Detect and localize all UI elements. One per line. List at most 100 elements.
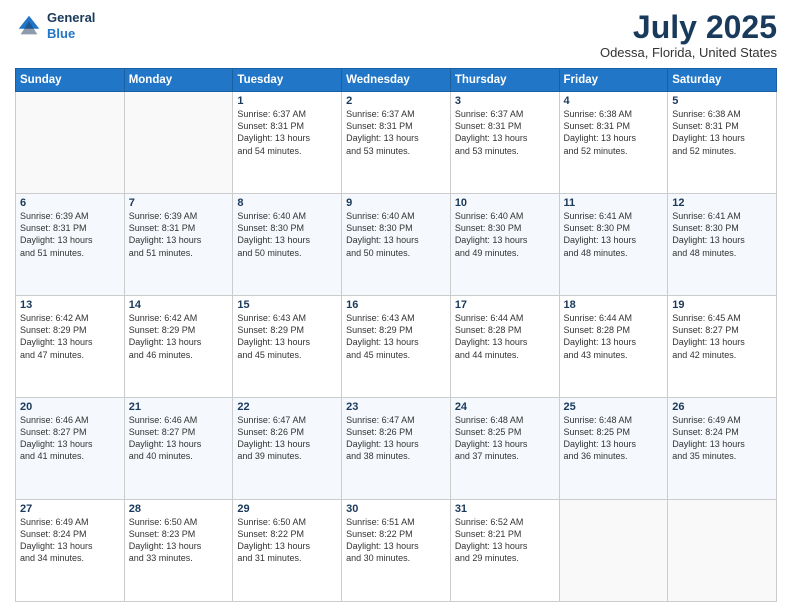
day-number: 12 (672, 197, 772, 209)
day-info: Sunrise: 6:37 AM Sunset: 8:31 PM Dayligh… (346, 108, 446, 157)
day-cell: 7Sunrise: 6:39 AM Sunset: 8:31 PM Daylig… (124, 194, 233, 296)
weekday-header-wednesday: Wednesday (342, 69, 451, 92)
day-cell: 4Sunrise: 6:38 AM Sunset: 8:31 PM Daylig… (559, 92, 668, 194)
day-info: Sunrise: 6:39 AM Sunset: 8:31 PM Dayligh… (20, 210, 120, 259)
day-number: 8 (237, 197, 337, 209)
day-number: 21 (129, 401, 229, 413)
day-cell: 13Sunrise: 6:42 AM Sunset: 8:29 PM Dayli… (16, 296, 125, 398)
day-info: Sunrise: 6:49 AM Sunset: 8:24 PM Dayligh… (672, 414, 772, 463)
day-info: Sunrise: 6:38 AM Sunset: 8:31 PM Dayligh… (564, 108, 664, 157)
day-cell: 29Sunrise: 6:50 AM Sunset: 8:22 PM Dayli… (233, 500, 342, 602)
logo-general: General (47, 10, 95, 25)
day-number: 26 (672, 401, 772, 413)
day-info: Sunrise: 6:46 AM Sunset: 8:27 PM Dayligh… (20, 414, 120, 463)
day-cell: 17Sunrise: 6:44 AM Sunset: 8:28 PM Dayli… (450, 296, 559, 398)
day-number: 13 (20, 299, 120, 311)
day-cell: 10Sunrise: 6:40 AM Sunset: 8:30 PM Dayli… (450, 194, 559, 296)
weekday-header-thursday: Thursday (450, 69, 559, 92)
day-cell: 16Sunrise: 6:43 AM Sunset: 8:29 PM Dayli… (342, 296, 451, 398)
day-info: Sunrise: 6:44 AM Sunset: 8:28 PM Dayligh… (455, 312, 555, 361)
day-cell (559, 500, 668, 602)
day-number: 2 (346, 95, 446, 107)
day-info: Sunrise: 6:50 AM Sunset: 8:22 PM Dayligh… (237, 516, 337, 565)
day-number: 5 (672, 95, 772, 107)
weekday-header-monday: Monday (124, 69, 233, 92)
day-info: Sunrise: 6:50 AM Sunset: 8:23 PM Dayligh… (129, 516, 229, 565)
day-number: 23 (346, 401, 446, 413)
day-number: 25 (564, 401, 664, 413)
calendar-header: SundayMondayTuesdayWednesdayThursdayFrid… (16, 69, 777, 92)
header: General Blue July 2025 Odessa, Florida, … (15, 10, 777, 60)
week-row-3: 13Sunrise: 6:42 AM Sunset: 8:29 PM Dayli… (16, 296, 777, 398)
day-cell (16, 92, 125, 194)
day-number: 9 (346, 197, 446, 209)
day-info: Sunrise: 6:43 AM Sunset: 8:29 PM Dayligh… (237, 312, 337, 361)
day-cell: 22Sunrise: 6:47 AM Sunset: 8:26 PM Dayli… (233, 398, 342, 500)
day-cell: 3Sunrise: 6:37 AM Sunset: 8:31 PM Daylig… (450, 92, 559, 194)
month-title: July 2025 (600, 10, 777, 45)
day-cell: 5Sunrise: 6:38 AM Sunset: 8:31 PM Daylig… (668, 92, 777, 194)
day-info: Sunrise: 6:40 AM Sunset: 8:30 PM Dayligh… (346, 210, 446, 259)
day-cell: 28Sunrise: 6:50 AM Sunset: 8:23 PM Dayli… (124, 500, 233, 602)
day-cell: 12Sunrise: 6:41 AM Sunset: 8:30 PM Dayli… (668, 194, 777, 296)
location: Odessa, Florida, United States (600, 45, 777, 60)
day-info: Sunrise: 6:37 AM Sunset: 8:31 PM Dayligh… (455, 108, 555, 157)
day-cell: 21Sunrise: 6:46 AM Sunset: 8:27 PM Dayli… (124, 398, 233, 500)
week-row-5: 27Sunrise: 6:49 AM Sunset: 8:24 PM Dayli… (16, 500, 777, 602)
page: General Blue July 2025 Odessa, Florida, … (0, 0, 792, 612)
day-cell: 23Sunrise: 6:47 AM Sunset: 8:26 PM Dayli… (342, 398, 451, 500)
day-cell: 25Sunrise: 6:48 AM Sunset: 8:25 PM Dayli… (559, 398, 668, 500)
day-number: 19 (672, 299, 772, 311)
day-cell: 15Sunrise: 6:43 AM Sunset: 8:29 PM Dayli… (233, 296, 342, 398)
day-info: Sunrise: 6:48 AM Sunset: 8:25 PM Dayligh… (564, 414, 664, 463)
day-cell: 26Sunrise: 6:49 AM Sunset: 8:24 PM Dayli… (668, 398, 777, 500)
weekday-header-friday: Friday (559, 69, 668, 92)
day-info: Sunrise: 6:49 AM Sunset: 8:24 PM Dayligh… (20, 516, 120, 565)
weekday-row: SundayMondayTuesdayWednesdayThursdayFrid… (16, 69, 777, 92)
day-cell: 8Sunrise: 6:40 AM Sunset: 8:30 PM Daylig… (233, 194, 342, 296)
day-number: 1 (237, 95, 337, 107)
day-cell (668, 500, 777, 602)
day-number: 14 (129, 299, 229, 311)
day-cell: 18Sunrise: 6:44 AM Sunset: 8:28 PM Dayli… (559, 296, 668, 398)
day-info: Sunrise: 6:39 AM Sunset: 8:31 PM Dayligh… (129, 210, 229, 259)
day-number: 3 (455, 95, 555, 107)
calendar-table: SundayMondayTuesdayWednesdayThursdayFrid… (15, 68, 777, 602)
day-number: 28 (129, 503, 229, 515)
day-info: Sunrise: 6:47 AM Sunset: 8:26 PM Dayligh… (237, 414, 337, 463)
day-cell: 19Sunrise: 6:45 AM Sunset: 8:27 PM Dayli… (668, 296, 777, 398)
day-cell: 2Sunrise: 6:37 AM Sunset: 8:31 PM Daylig… (342, 92, 451, 194)
day-info: Sunrise: 6:46 AM Sunset: 8:27 PM Dayligh… (129, 414, 229, 463)
day-cell: 9Sunrise: 6:40 AM Sunset: 8:30 PM Daylig… (342, 194, 451, 296)
day-number: 15 (237, 299, 337, 311)
week-row-1: 1 Sunrise: 6:37 AM Sunset: 8:31 PM Daylig… (16, 92, 777, 194)
day-number: 27 (20, 503, 120, 515)
day-info: Sunrise: 6:51 AM Sunset: 8:22 PM Dayligh… (346, 516, 446, 565)
day-cell: 1Sunrise: 6:37 AM Sunset: 8:31 PM Daylig… (233, 92, 342, 194)
day-info: Sunrise: 6:42 AM Sunset: 8:29 PM Dayligh… (20, 312, 120, 361)
day-cell: 24Sunrise: 6:48 AM Sunset: 8:25 PM Dayli… (450, 398, 559, 500)
day-number: 29 (237, 503, 337, 515)
day-number: 17 (455, 299, 555, 311)
week-row-4: 20Sunrise: 6:46 AM Sunset: 8:27 PM Dayli… (16, 398, 777, 500)
calendar-body: 1 Sunrise: 6:37 AM Sunset: 8:31 PM Daylig… (16, 92, 777, 602)
day-number: 4 (564, 95, 664, 107)
day-cell: 27Sunrise: 6:49 AM Sunset: 8:24 PM Dayli… (16, 500, 125, 602)
title-area: July 2025 Odessa, Florida, United States (600, 10, 777, 60)
logo: General Blue (15, 10, 95, 41)
day-number: 18 (564, 299, 664, 311)
logo-icon (15, 12, 43, 40)
day-cell: 11Sunrise: 6:41 AM Sunset: 8:30 PM Dayli… (559, 194, 668, 296)
day-info: Sunrise: 6:41 AM Sunset: 8:30 PM Dayligh… (672, 210, 772, 259)
logo-blue-text: Blue (47, 26, 75, 41)
day-info: Sunrise: 6:41 AM Sunset: 8:30 PM Dayligh… (564, 210, 664, 259)
day-info: Sunrise: 6:44 AM Sunset: 8:28 PM Dayligh… (564, 312, 664, 361)
day-info: Sunrise: 6:52 AM Sunset: 8:21 PM Dayligh… (455, 516, 555, 565)
day-info: Sunrise: 6:38 AM Sunset: 8:31 PM Dayligh… (672, 108, 772, 157)
day-number: 6 (20, 197, 120, 209)
day-number: 24 (455, 401, 555, 413)
day-cell: 20Sunrise: 6:46 AM Sunset: 8:27 PM Dayli… (16, 398, 125, 500)
day-info: Sunrise: 6:48 AM Sunset: 8:25 PM Dayligh… (455, 414, 555, 463)
week-row-2: 6Sunrise: 6:39 AM Sunset: 8:31 PM Daylig… (16, 194, 777, 296)
day-cell: 6Sunrise: 6:39 AM Sunset: 8:31 PM Daylig… (16, 194, 125, 296)
